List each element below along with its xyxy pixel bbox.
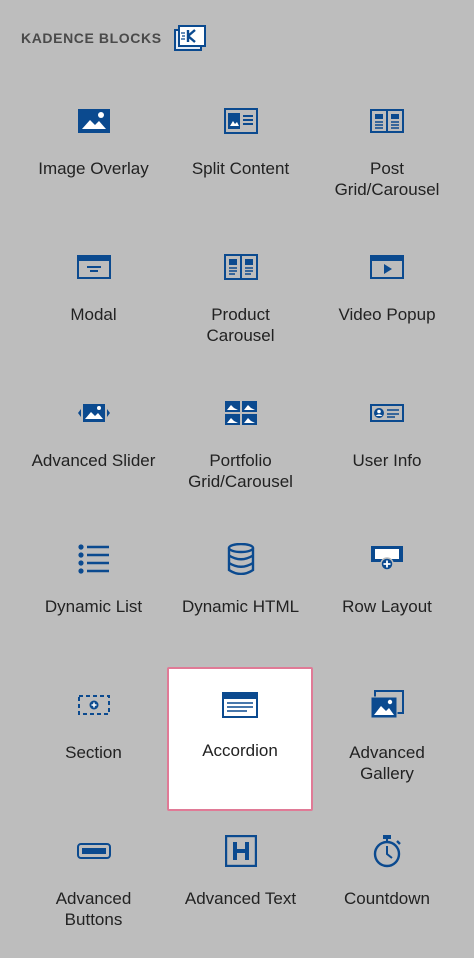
portfolio-grid-carousel-icon — [223, 396, 259, 430]
block-label: Section — [65, 743, 122, 762]
database-icon — [223, 542, 259, 576]
block-label: Portfolio Grid/Carousel — [188, 451, 293, 491]
block-split-content[interactable]: Split Content — [167, 82, 314, 228]
blocks-grid: Image Overlay Split Content Post Grid/Ca… — [20, 82, 460, 958]
block-label: Accordion — [202, 741, 278, 760]
dynamic-list-icon — [76, 542, 112, 576]
product-carousel-icon — [223, 250, 259, 284]
block-label: Product Carousel — [206, 305, 275, 345]
modal-icon — [76, 250, 112, 284]
block-label: Modal — [70, 305, 117, 324]
block-label: Video Popup — [338, 305, 436, 324]
block-label: Dynamic HTML — [181, 597, 300, 616]
block-label: Countdown — [343, 889, 430, 908]
block-accordion[interactable]: Accordion — [167, 667, 313, 811]
block-advanced-buttons[interactable]: Advanced Buttons — [20, 812, 167, 958]
block-label: Row Layout — [342, 597, 432, 616]
image-overlay-icon — [76, 104, 112, 138]
post-grid-carousel-icon — [369, 104, 405, 138]
block-label: Image Overlay — [38, 159, 149, 178]
block-post-grid-carousel[interactable]: Post Grid/Carousel — [314, 82, 460, 228]
section-icon — [76, 688, 112, 722]
block-video-popup[interactable]: Video Popup — [314, 228, 460, 374]
block-label: Advanced Text — [184, 889, 297, 908]
block-label: Advanced Buttons — [55, 889, 132, 929]
block-dynamic-html[interactable]: Dynamic HTML — [167, 520, 314, 666]
advanced-slider-icon — [76, 396, 112, 430]
block-label: Advanced Gallery — [349, 743, 425, 783]
advanced-gallery-icon — [369, 688, 405, 722]
block-advanced-text[interactable]: Advanced Text — [167, 812, 314, 958]
block-label: Split Content — [191, 159, 290, 178]
block-product-carousel[interactable]: Product Carousel — [167, 228, 314, 374]
block-row-layout[interactable]: Row Layout — [314, 520, 460, 666]
block-label: Advanced Slider — [31, 451, 156, 470]
panel-header: KADENCE BLOCKS — [21, 22, 206, 54]
accordion-icon — [222, 688, 258, 722]
block-label: Dynamic List — [44, 597, 143, 616]
block-countdown[interactable]: Countdown — [314, 812, 460, 958]
block-label: User Info — [352, 451, 422, 470]
block-section[interactable]: Section — [20, 666, 167, 812]
heading-icon — [223, 834, 259, 868]
block-advanced-gallery[interactable]: Advanced Gallery — [314, 666, 460, 812]
block-user-info[interactable]: User Info — [314, 374, 460, 520]
panel-title: KADENCE BLOCKS — [21, 30, 162, 46]
advanced-buttons-icon — [76, 834, 112, 868]
block-portfolio-grid-carousel[interactable]: Portfolio Grid/Carousel — [167, 374, 314, 520]
user-info-icon — [369, 396, 405, 430]
row-layout-icon — [369, 542, 405, 576]
block-modal[interactable]: Modal — [20, 228, 167, 374]
block-image-overlay[interactable]: Image Overlay — [20, 82, 167, 228]
block-advanced-slider[interactable]: Advanced Slider — [20, 374, 167, 520]
kadence-logo-icon — [173, 25, 206, 51]
video-popup-icon — [369, 250, 405, 284]
block-dynamic-list[interactable]: Dynamic List — [20, 520, 167, 666]
block-label: Post Grid/Carousel — [334, 159, 440, 199]
split-content-icon — [223, 104, 259, 138]
countdown-icon — [369, 834, 405, 868]
